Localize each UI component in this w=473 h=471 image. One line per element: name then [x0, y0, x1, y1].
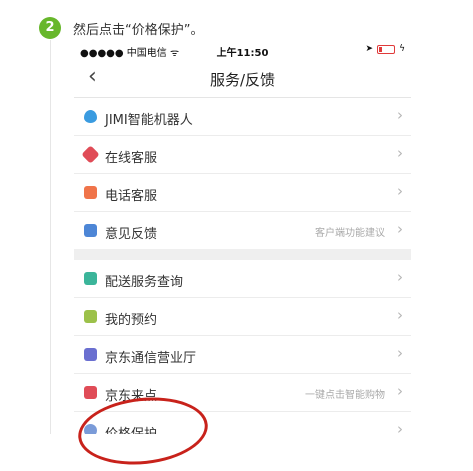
battery-icon	[377, 44, 396, 54]
feedback-icon	[84, 224, 97, 237]
chevron-right-icon: ›	[397, 268, 403, 286]
menu-item-feedback[interactable]: 意见反馈 客户端功能建议 ›	[74, 212, 411, 249]
menu-item-label: 我的预约	[105, 313, 158, 328]
location-icon: ➤	[365, 44, 374, 54]
guide-line	[50, 40, 51, 434]
status-right: ➤ ϟ	[366, 44, 405, 54]
phone-icon	[84, 186, 97, 199]
status-time: 上午11:50	[216, 48, 269, 59]
menu-item-hint: 一键点击智能购物	[305, 390, 385, 401]
chevron-right-icon: ›	[397, 106, 403, 124]
delivery-icon	[84, 272, 97, 285]
chevron-right-icon: ›	[397, 306, 403, 324]
menu-item-delivery-query[interactable]: 配送服务查询 ›	[74, 260, 411, 298]
page-title: 服务/反馈	[209, 71, 276, 89]
calendar-icon	[84, 310, 97, 323]
charging-icon: ϟ	[399, 44, 405, 54]
robot-icon	[84, 110, 97, 123]
chevron-right-icon: ›	[397, 220, 403, 238]
menu-item-hint: 客户端功能建议	[315, 228, 385, 239]
menu-item-label: 京东通信营业厅	[105, 351, 197, 366]
chevron-right-icon: ›	[397, 144, 403, 162]
menu-item-online-service[interactable]: 在线客服 ›	[74, 136, 411, 174]
step-instruction: 然后点击“价格保护”。	[73, 23, 204, 38]
nav-bar: ‹ 服务/反馈	[74, 60, 411, 98]
button-icon	[84, 386, 97, 399]
menu-item-phone-service[interactable]: 电话客服 ›	[74, 174, 411, 212]
chevron-right-icon: ›	[397, 420, 403, 434]
chevron-right-icon: ›	[397, 344, 403, 362]
menu-item-label: 电话客服	[105, 189, 158, 204]
menu-item-label: 意见反馈	[105, 227, 158, 242]
menu-item-label: 配送服务查询	[105, 275, 184, 290]
telecom-icon	[84, 348, 97, 361]
chevron-right-icon: ›	[397, 182, 403, 200]
chat-icon	[81, 145, 100, 164]
menu-item-jimi-robot[interactable]: JIMI智能机器人 ›	[74, 98, 411, 136]
chevron-right-icon: ›	[397, 382, 403, 400]
phone-screen: ●●●●● 中国电信 ᯤ 上午11:50 ➤ ϟ ‹ 服务/反馈 JIMI智能机…	[74, 40, 411, 434]
step-number-badge: 2	[39, 17, 61, 39]
menu-item-label: 在线客服	[105, 151, 158, 166]
service-group-1: JIMI智能机器人 › 在线客服 › 电话客服 › 意见反馈 客户端功能建议 ›	[74, 98, 411, 249]
menu-item-my-appointments[interactable]: 我的预约 ›	[74, 298, 411, 336]
status-bar: ●●●●● 中国电信 ᯤ 上午11:50 ➤ ϟ	[74, 40, 411, 60]
menu-item-label: JIMI智能机器人	[105, 113, 193, 128]
section-divider	[74, 249, 411, 260]
menu-item-telecom-hall[interactable]: 京东通信营业厅 ›	[74, 336, 411, 374]
